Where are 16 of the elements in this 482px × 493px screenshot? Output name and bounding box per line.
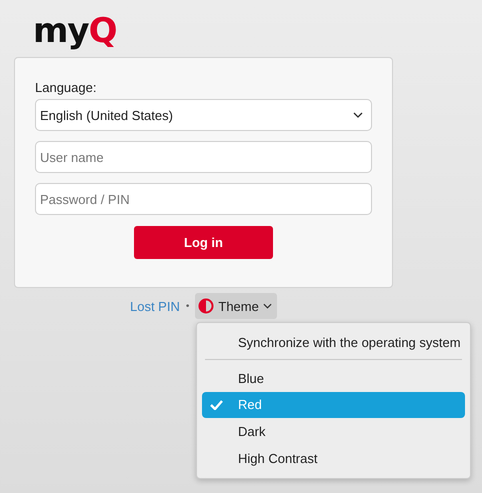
check-icon bbox=[210, 400, 223, 410]
language-label: Language: bbox=[35, 80, 98, 95]
password-field[interactable]: Password / PIN bbox=[35, 183, 372, 215]
chevron-down-icon bbox=[353, 112, 363, 118]
contrast-icon bbox=[198, 298, 214, 314]
theme-option[interactable]: High Contrast bbox=[202, 445, 465, 472]
theme-option[interactable]: Synchronize with the operating system bbox=[202, 329, 465, 356]
theme-option[interactable]: Blue bbox=[202, 364, 465, 392]
chevron-down-icon bbox=[262, 303, 272, 309]
logo: myQ bbox=[33, 14, 116, 53]
theme-option[interactable]: Dark bbox=[202, 418, 465, 446]
language-select[interactable]: English (United States) bbox=[35, 99, 372, 131]
separator-dot: • bbox=[186, 300, 190, 312]
login-button[interactable]: Log in bbox=[134, 226, 273, 259]
theme-button[interactable]: Theme bbox=[195, 293, 277, 319]
username-field[interactable]: User name bbox=[35, 141, 372, 173]
